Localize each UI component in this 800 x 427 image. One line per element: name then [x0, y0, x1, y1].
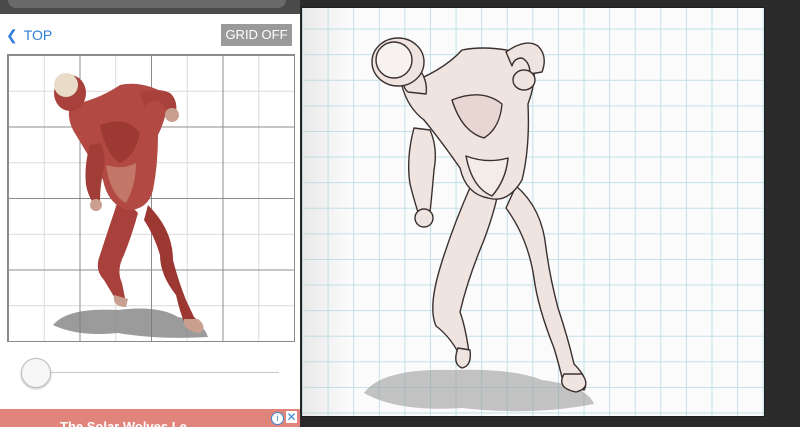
back-link-label: TOP	[23, 27, 53, 43]
back-to-top-link[interactable]: ❮ TOP	[6, 25, 52, 45]
slider-thumb[interactable]	[21, 358, 51, 388]
chevron-left-icon: ❮	[6, 27, 18, 43]
grid-toggle-button[interactable]: GRID OFF	[221, 24, 292, 46]
browser-search-bar[interactable]	[0, 0, 300, 14]
drawing-canvas[interactable]	[302, 8, 764, 416]
opacity-slider[interactable]	[21, 358, 279, 388]
ad-banner[interactable]: The Solar Wolves Le i ✕	[0, 409, 300, 427]
ad-banner-text[interactable]: The Solar Wolves Le	[60, 419, 187, 427]
anatomy-reference-figure	[53, 73, 208, 338]
close-icon[interactable]: ✕	[286, 411, 297, 423]
reference-image-frame	[7, 54, 295, 342]
info-icon[interactable]: i	[271, 412, 284, 425]
reference-app-panel: ❮ TOP GRID OFF The Solar Wolves Le i ✕	[0, 0, 300, 427]
figure-sketch	[364, 37, 594, 412]
slider-track[interactable]	[35, 372, 279, 373]
search-pill[interactable]	[8, 0, 286, 8]
